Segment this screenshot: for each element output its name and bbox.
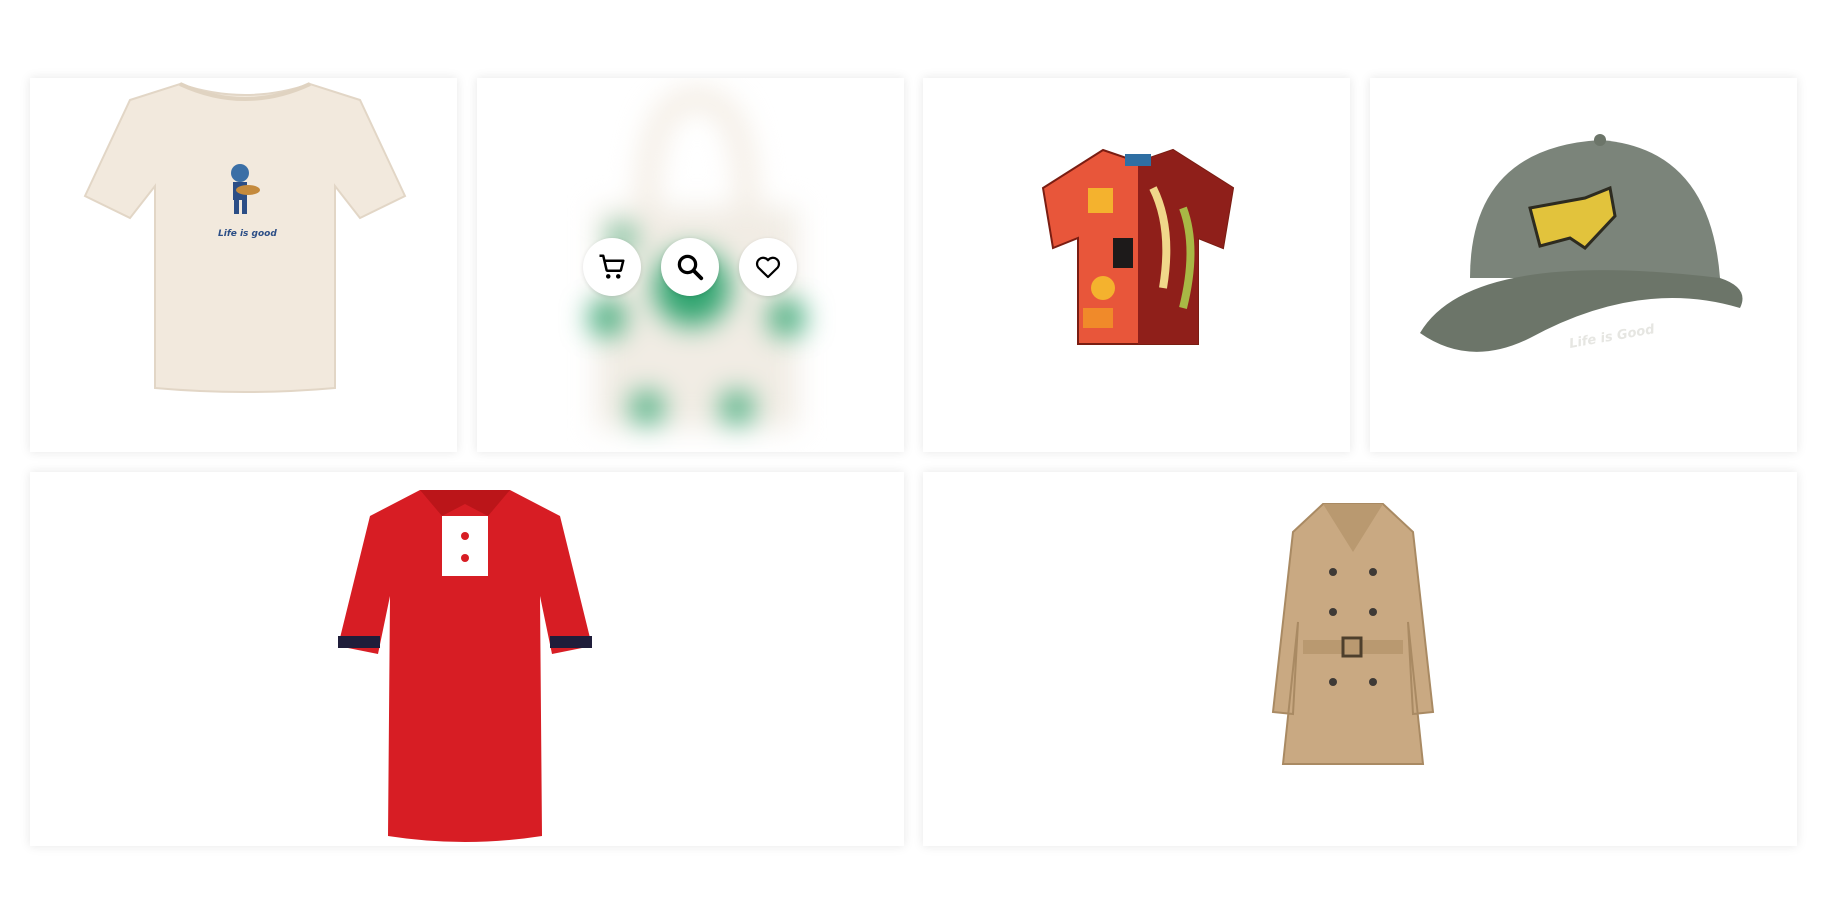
product-card-cap[interactable]: Life is Good	[1369, 78, 1797, 452]
product-card-polo[interactable]	[30, 472, 904, 846]
wishlist-button[interactable]: Add to wishlist	[739, 238, 798, 296]
cap-print-text: Life is Good	[1568, 322, 1656, 352]
quick-view-button[interactable]: Quick view	[661, 238, 720, 296]
tshirt-image: Life is good	[83, 82, 407, 393]
product-card-trench[interactable]	[923, 472, 1797, 846]
cap-image: Life is Good	[1419, 134, 1743, 352]
add-to-cart-button[interactable]: Add to cart	[583, 238, 642, 296]
product-card-tshirt[interactable]: Life is good	[30, 78, 457, 452]
camp-shirt-image	[1042, 148, 1235, 345]
heart-icon	[756, 256, 781, 279]
product-grid: Life is good Add to cart	[30, 78, 1797, 846]
product-card-tote[interactable]: Add to cart Quick view Add to wishlist	[476, 78, 904, 452]
search-icon	[677, 254, 704, 281]
product-card-camp-shirt[interactable]	[923, 78, 1351, 452]
product-actions: Add to cart Quick view Add to wishlist	[477, 238, 904, 296]
cart-icon	[599, 254, 625, 279]
tshirt-print-text: Life is good	[218, 229, 277, 239]
trench-coat-image	[1272, 503, 1435, 765]
polo-image	[338, 490, 592, 842]
